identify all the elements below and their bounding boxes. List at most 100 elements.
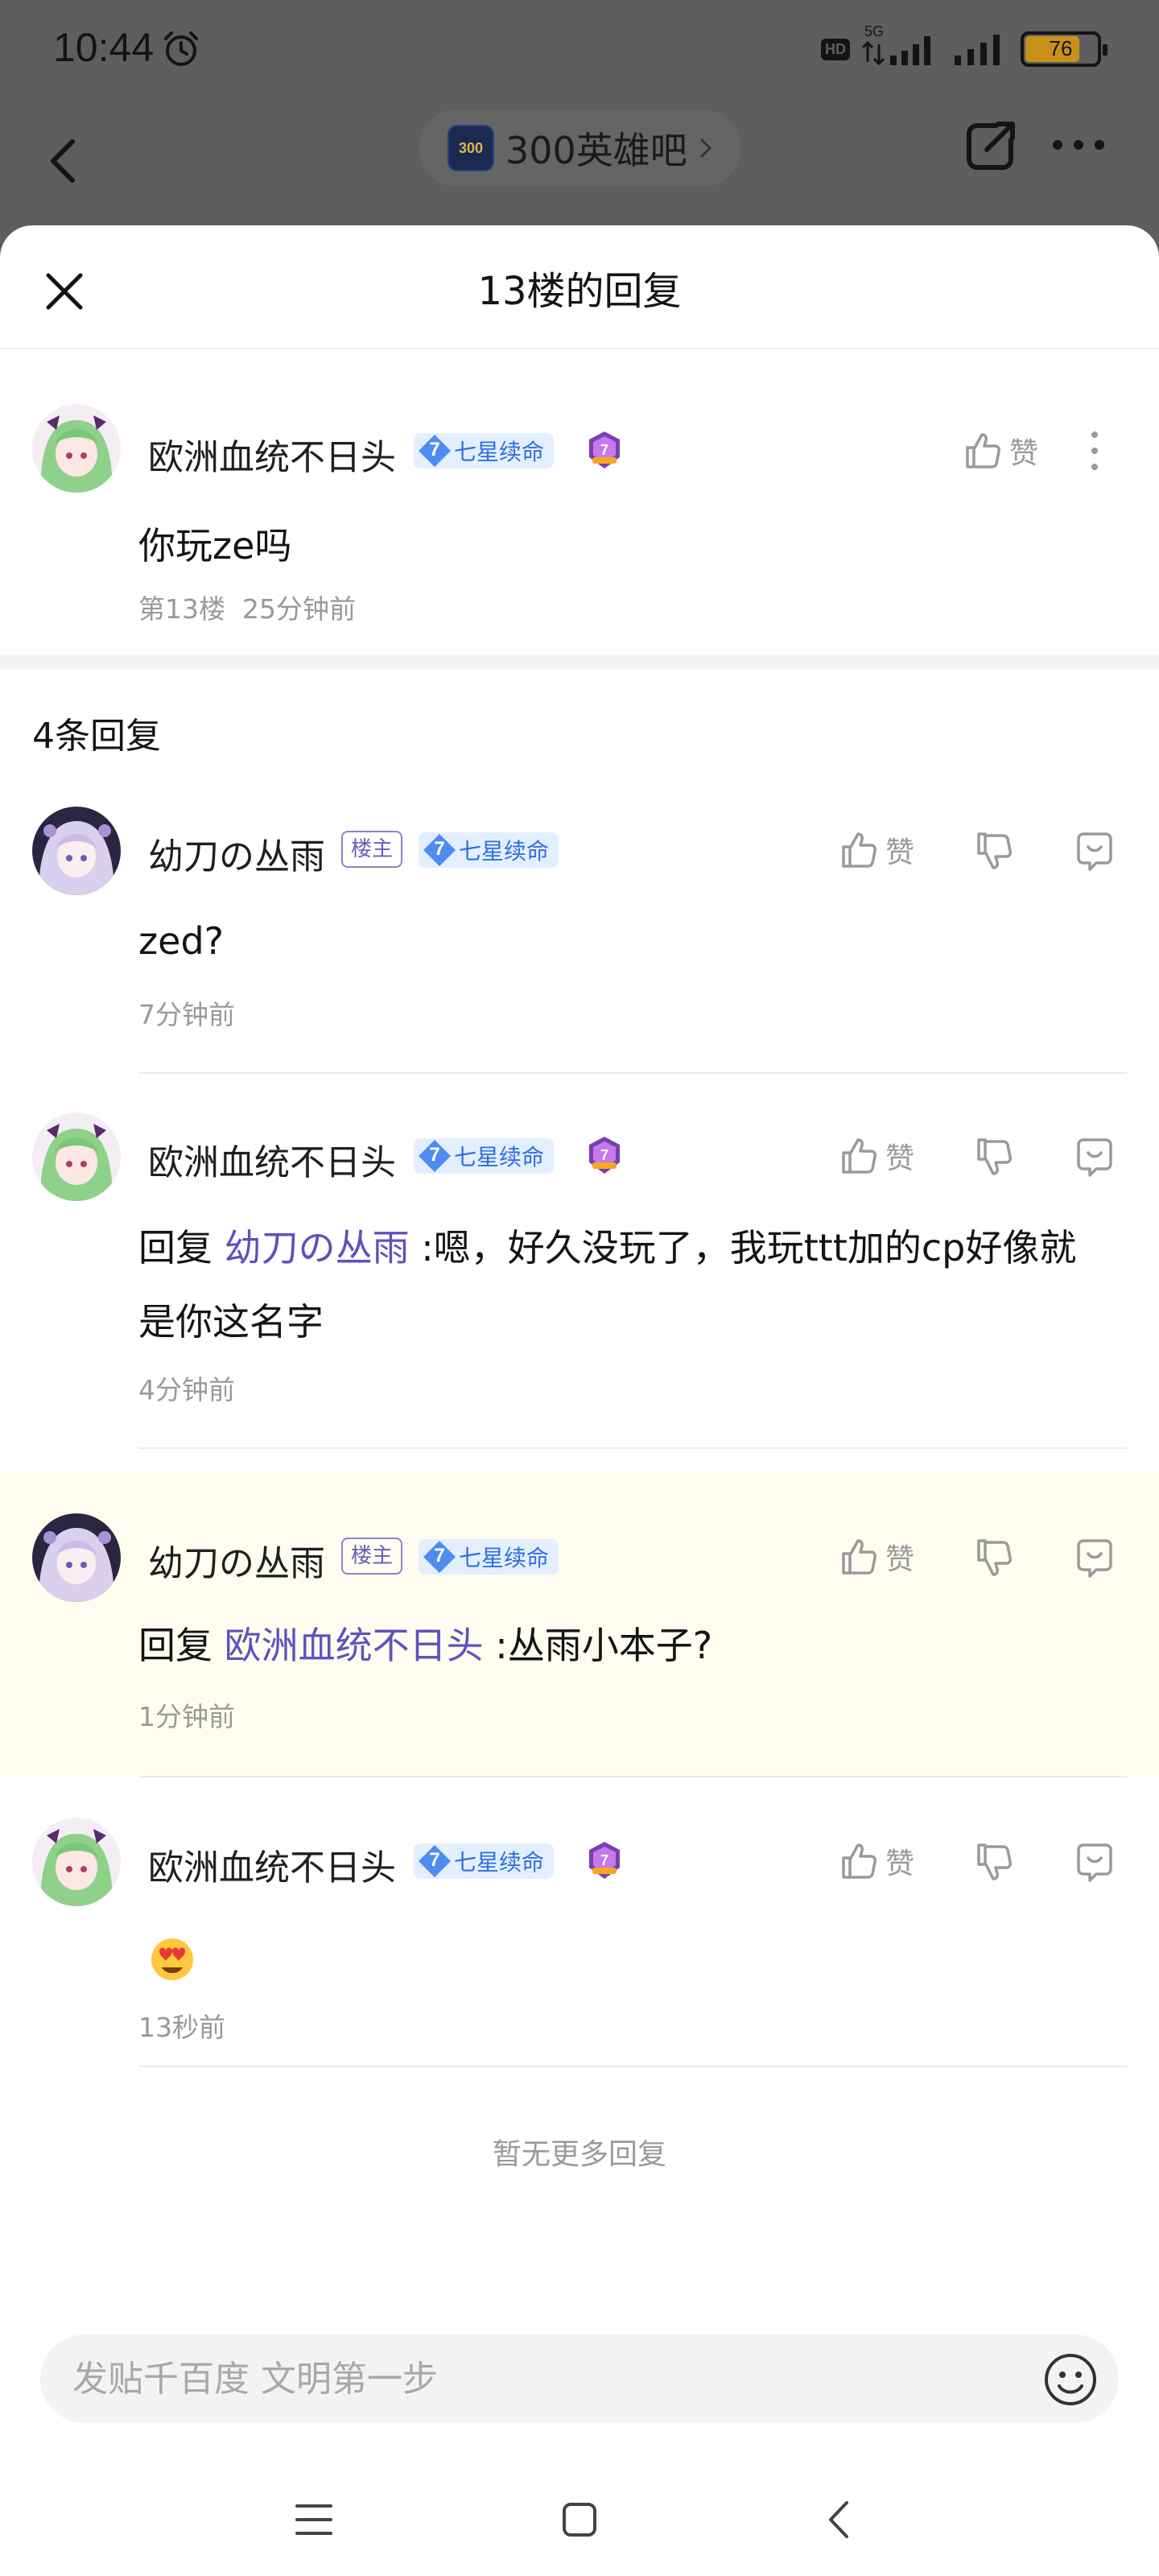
comment-icon[interactable] <box>1070 1534 1119 1583</box>
thumbs-down-icon[interactable] <box>969 828 1017 876</box>
reply-content: 回复 欧洲血统不日头 :丛雨小本子? <box>138 1608 1104 1682</box>
reply-item: 欧洲血统不日头 7 七星续命 7 赞 回复 幼刀の丛雨 :嗯，好久没玩了，我玩t… <box>0 1113 1159 1473</box>
reply-item: 欧洲血统不日头 7 七星续命 7 赞 13秒前 <box>0 1818 1159 2091</box>
like-button[interactable]: 赞 <box>835 826 914 874</box>
comment-icon[interactable] <box>1070 828 1119 876</box>
level-title: 七星续命 <box>454 1144 545 1170</box>
system-nav-bar <box>0 2463 1159 2576</box>
comment-icon[interactable] <box>1070 1839 1119 1887</box>
level-gem-icon: 7 <box>417 1138 452 1174</box>
medal-icon: 7 <box>586 430 623 470</box>
more-vertical-icon[interactable] <box>1087 427 1103 475</box>
like-button[interactable]: 赞 <box>835 1533 914 1581</box>
avatar[interactable] <box>32 1818 121 1906</box>
level-number: 7 <box>429 439 440 460</box>
thumbs-up-icon <box>842 1539 876 1575</box>
owner-tag: 楼主 <box>341 831 403 868</box>
reply-item-highlighted: 幼刀の丛雨 楼主 7 七星续命 赞 回复 欧洲血统不日头 :丛雨小本子? 1分钟… <box>0 1472 1159 1777</box>
chevron-right-icon <box>700 138 711 158</box>
mention-link[interactable]: 欧洲血统不日头 <box>225 1624 484 1667</box>
menu-icon[interactable] <box>286 2491 342 2548</box>
thumbs-down-icon[interactable] <box>969 1839 1017 1887</box>
avatar[interactable] <box>32 1513 121 1602</box>
level-title: 七星续命 <box>454 1849 545 1876</box>
medal-icon: 7 <box>586 1840 623 1880</box>
level-badge: 7 七星续命 <box>414 1843 555 1879</box>
thumbs-down-icon[interactable] <box>969 1133 1017 1182</box>
reply-divider <box>138 1072 1127 1074</box>
mention-link[interactable]: 幼刀の丛雨 <box>225 1226 410 1269</box>
avatar[interactable] <box>32 807 121 895</box>
post-time: 25分钟前 <box>241 593 356 625</box>
author-name[interactable]: 欧洲血统不日头 <box>148 428 396 480</box>
reply-divider <box>138 1447 1127 1449</box>
section-divider <box>0 655 1159 670</box>
emoji-icon[interactable] <box>1041 2351 1099 2409</box>
reply-divider <box>138 1776 1127 1777</box>
back-arrow-icon[interactable] <box>40 118 89 198</box>
level-title: 七星续命 <box>459 838 550 865</box>
status-bar: 10:44 HD 5G 76 <box>0 0 1159 97</box>
thumbs-up-icon <box>966 433 1000 469</box>
thumbs-up-icon <box>842 1138 876 1174</box>
avatar[interactable] <box>32 1113 121 1201</box>
level-badge: 7 七星续命 <box>419 1539 559 1575</box>
author-name[interactable]: 欧洲血统不日头 <box>148 1133 396 1185</box>
no-more-replies: 暂无更多回复 <box>492 2138 666 2171</box>
level-number: 7 <box>434 1545 445 1567</box>
like-label: 赞 <box>885 836 915 869</box>
level-badge: 7 七星续命 <box>419 832 559 868</box>
level-gem-icon: 7 <box>422 832 457 868</box>
like-label: 赞 <box>885 1847 915 1880</box>
level-gem-icon: 7 <box>417 1843 452 1879</box>
author-name[interactable]: 幼刀の丛雨 <box>148 828 325 879</box>
more-icon[interactable] <box>1046 129 1111 161</box>
hd-badge: HD <box>821 38 850 60</box>
reply-content: zed? <box>138 919 225 963</box>
thumbs-up-icon <box>842 1843 876 1879</box>
like-button[interactable]: 赞 <box>959 427 1038 475</box>
thumbs-down-icon[interactable] <box>969 1534 1017 1583</box>
battery-level: 76 <box>1049 36 1073 60</box>
reply-text: :丛雨小本子? <box>483 1624 713 1667</box>
post-meta: 第13楼 25分钟前 <box>138 588 356 626</box>
forum-nav-bar: 300 300英雄吧 <box>0 97 1159 225</box>
reply-time: 4分钟前 <box>138 1374 235 1406</box>
level-number: 7 <box>429 1144 440 1166</box>
level-number: 7 <box>434 838 445 860</box>
back-icon[interactable] <box>813 2491 869 2548</box>
reply-divider <box>138 2066 1127 2067</box>
like-label: 赞 <box>885 1142 915 1175</box>
avatar[interactable] <box>32 404 121 493</box>
like-label: 赞 <box>1009 437 1039 470</box>
medal-number: 7 <box>600 1147 608 1163</box>
compose-input[interactable] <box>72 2334 1006 2423</box>
medal-number: 7 <box>600 442 608 458</box>
reply-time: 1分钟前 <box>138 1701 235 1732</box>
like-button[interactable]: 赞 <box>835 1132 914 1180</box>
main-post: 欧洲血统不日头 7 七星续命 7 赞 你玩ze吗 第13楼 25分钟前 <box>0 349 1159 655</box>
home-icon[interactable] <box>551 2491 608 2548</box>
comment-icon[interactable] <box>1070 1133 1119 1182</box>
signal-5g-icon: 5G <box>861 23 942 67</box>
level-title: 七星续命 <box>459 1545 550 1571</box>
reply-content: 回复 幼刀の丛雨 :嗯，好久没玩了，我玩ttt加的cp好像就是你这名字 <box>138 1211 1104 1359</box>
level-title: 七星续命 <box>454 439 545 465</box>
author-name[interactable]: 欧洲血统不日头 <box>148 1839 396 1890</box>
share-icon[interactable] <box>958 114 1022 179</box>
battery-tip <box>1103 44 1107 56</box>
status-icons: HD 5G 76 <box>821 23 1107 69</box>
forum-title-pill[interactable]: 300 300英雄吧 <box>419 109 740 187</box>
level-gem-icon: 7 <box>417 433 452 469</box>
reply-item: 幼刀の丛雨 楼主 7 七星续命 赞 zed? 7分钟前 <box>0 807 1159 1098</box>
reply-sheet: 13楼的回复 欧洲血统不日头 7 七星续命 7 赞 你玩ze吗 第13楼 25分… <box>0 225 1159 2576</box>
medal-number: 7 <box>600 1852 608 1868</box>
sheet-header: 13楼的回复 <box>0 225 1159 349</box>
like-button[interactable]: 赞 <box>835 1837 914 1885</box>
heart-eyes-emoji <box>151 1938 193 1980</box>
level-badge: 7 七星续命 <box>414 1138 555 1174</box>
owner-tag: 楼主 <box>341 1538 403 1575</box>
author-name[interactable]: 幼刀の丛雨 <box>148 1534 325 1586</box>
alarm-icon <box>164 31 198 66</box>
sheet-title: 13楼的回复 <box>477 269 682 314</box>
